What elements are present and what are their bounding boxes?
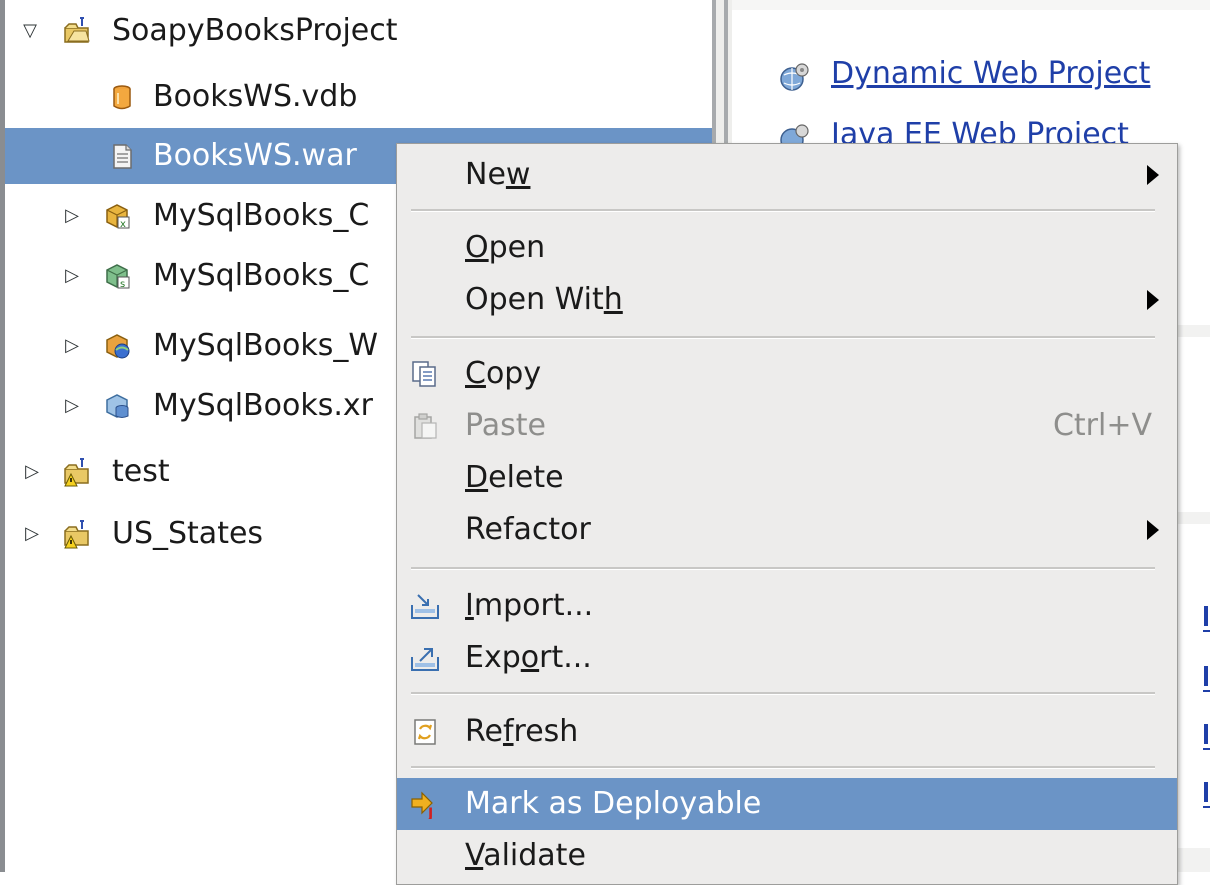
svg-text:s: s — [120, 279, 125, 290]
menu-item-label: Open With — [465, 274, 623, 326]
copy-icon — [412, 361, 436, 387]
truncated-link[interactable] — [1203, 660, 1210, 692]
svg-text:x: x — [120, 219, 126, 230]
label-part: opy — [485, 356, 542, 391]
tree-item-bookws-vdb[interactable]: BooksWS.vdb — [5, 69, 712, 125]
shortcut-label: Ctrl+V — [1052, 408, 1152, 443]
submenu-arrow-icon — [1147, 290, 1159, 310]
label-part: mport... — [473, 588, 594, 623]
label-part: Exp — [465, 640, 521, 675]
export-icon — [411, 648, 439, 671]
tree-item-label: SoapyBooksProject — [112, 13, 398, 48]
dynamic-web-project-link[interactable]: Dynamic Web Project — [831, 56, 1150, 91]
tree-item-label: MySqlBooks.xr — [153, 388, 373, 423]
collapsed-triangle-icon[interactable]: ▷ — [63, 397, 81, 415]
menu-item-label: Refresh — [465, 706, 578, 758]
menu-item-label: Open — [465, 222, 545, 274]
menu-item-import[interactable]: Import... — [397, 580, 1177, 632]
menu-item-label: Mark as Deployable — [465, 786, 762, 821]
tree-item-soapybooksproject[interactable]: ▽ SoapyBooksProject — [5, 3, 712, 59]
svg-text:J: J — [427, 806, 433, 819]
submenu-arrow-icon — [1147, 520, 1159, 540]
menu-item-label: Validate — [465, 830, 586, 882]
menu-item-refresh[interactable]: Refresh — [397, 706, 1177, 758]
tree-item-label: US_States — [112, 516, 264, 551]
model-xsd-icon: x — [106, 204, 130, 230]
menu-separator — [411, 692, 1155, 695]
menu-item-refactor[interactable]: Refactor — [397, 504, 1177, 556]
tree-item-label: test — [112, 454, 170, 489]
vdb-cylinder-icon — [113, 85, 131, 110]
collapsed-triangle-icon[interactable]: ▷ — [23, 525, 41, 543]
label-part: rt... — [539, 640, 592, 675]
menu-item-validate[interactable]: Validate — [397, 830, 1177, 882]
tree-item-label: BooksWS.war — [153, 138, 357, 173]
mnemonic-letter: w — [505, 157, 531, 192]
deploy-arrow-icon: J — [411, 791, 433, 819]
menu-item-delete[interactable]: Delete — [397, 452, 1177, 504]
project-warning-icon — [64, 520, 89, 549]
model-webservice-icon — [106, 334, 130, 359]
collapsed-triangle-icon[interactable]: ▷ — [23, 463, 41, 481]
menu-item-label: Import... — [465, 580, 593, 632]
panel-strip — [732, 0, 1210, 10]
mnemonic-letter: C — [465, 356, 486, 391]
label-part: pen — [488, 230, 546, 265]
menu-item-label: Paste — [465, 408, 546, 443]
mnemonic-letter: D — [465, 460, 489, 495]
truncated-link[interactable] — [1203, 718, 1210, 750]
menu-item-open-with[interactable]: Open With — [397, 274, 1177, 326]
globe-gear-icon — [780, 63, 809, 91]
model-relational-icon — [106, 394, 129, 418]
mnemonic-letter: h — [603, 282, 623, 317]
menu-item-label: Export... — [465, 632, 592, 684]
collapsed-triangle-icon[interactable]: ▷ — [63, 337, 81, 355]
war-file-icon — [113, 144, 132, 169]
paste-icon — [414, 413, 437, 439]
tree-item-label: MySqlBooks_C — [153, 258, 370, 293]
label-part: Ne — [465, 157, 506, 192]
menu-item-open[interactable]: Open — [397, 222, 1177, 274]
menu-item-label: Copy — [465, 348, 541, 400]
menu-item-mark-deployable[interactable]: J Mark as Deployable — [397, 778, 1177, 830]
tree-item-label: BooksWS.vdb — [153, 79, 358, 114]
refresh-icon — [414, 719, 436, 745]
menu-item-export[interactable]: Export... — [397, 632, 1177, 684]
expanded-triangle-icon[interactable]: ▽ — [21, 22, 39, 40]
mnemonic-letter: O — [465, 230, 489, 265]
project-warning-icon — [64, 458, 89, 487]
menu-separator — [411, 766, 1155, 769]
truncated-link[interactable] — [1203, 600, 1210, 632]
label-part: resh — [513, 714, 579, 749]
label-part: Open Wit — [465, 282, 604, 317]
collapsed-triangle-icon[interactable]: ▷ — [63, 267, 81, 285]
context-menu: New Open Open With Copy Paste Ctrl+V Del… — [396, 143, 1178, 885]
label-part: alidate — [483, 838, 586, 873]
mnemonic-letter: o — [520, 640, 540, 675]
menu-item-copy[interactable]: Copy — [397, 348, 1177, 400]
label-part: elete — [488, 460, 564, 495]
label-part: Re — [465, 714, 503, 749]
menu-item-new[interactable]: New — [397, 149, 1177, 201]
tree-item-label: MySqlBooks_W — [153, 328, 379, 363]
mnemonic-letter: I — [465, 588, 474, 623]
model-source-icon: s — [106, 264, 130, 290]
submenu-arrow-icon — [1147, 165, 1159, 185]
mnemonic-letter: f — [502, 714, 514, 749]
import-icon — [411, 594, 439, 619]
menu-item-paste[interactable]: Paste Ctrl+V — [397, 400, 1177, 452]
collapsed-triangle-icon[interactable]: ▷ — [63, 207, 81, 225]
menu-item-label: New — [465, 149, 530, 201]
project-folder-icon — [64, 17, 90, 43]
mnemonic-letter: V — [465, 838, 484, 873]
menu-item-label: Refactor — [465, 512, 591, 547]
menu-separator — [411, 567, 1155, 570]
truncated-link[interactable] — [1203, 776, 1210, 808]
menu-separator — [411, 209, 1155, 212]
menu-separator — [411, 336, 1155, 339]
tree-item-label: MySqlBooks_C — [153, 198, 370, 233]
menu-item-label: Delete — [465, 452, 564, 504]
